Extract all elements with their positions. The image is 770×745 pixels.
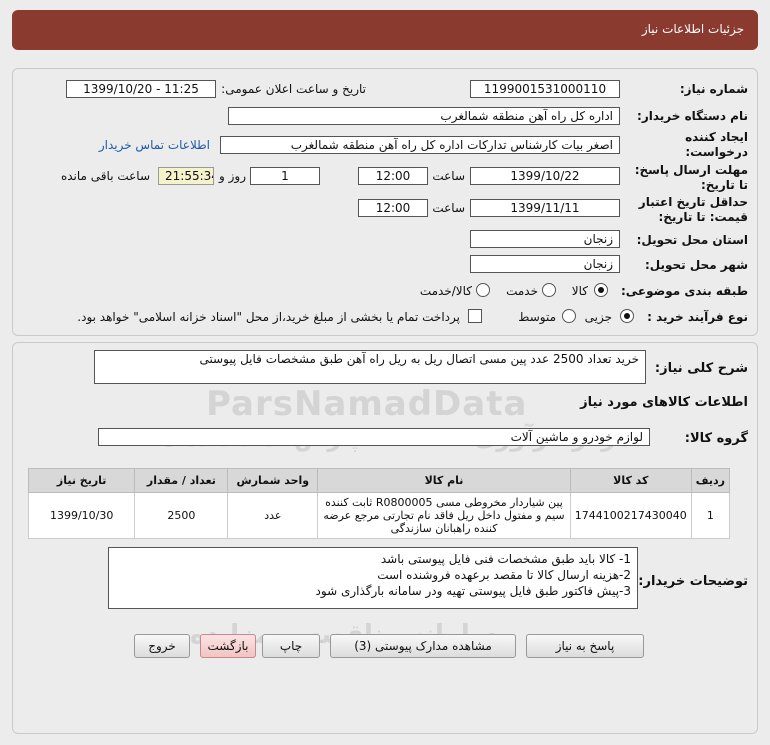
city-field: زنجان bbox=[470, 255, 620, 273]
page-header: جزئیات اطلاعات نیاز bbox=[12, 10, 758, 50]
goods-group-field: لوازم خودرو و ماشین آلات bbox=[98, 428, 650, 446]
category-service-label: خدمت bbox=[506, 284, 538, 298]
deadline-time-field: 12:00 bbox=[358, 167, 428, 185]
back-button[interactable]: بازگشت bbox=[200, 634, 256, 658]
contact-info-link[interactable]: اطلاعات تماس خریدار bbox=[99, 138, 210, 152]
goods-group-label: گروه کالا: bbox=[684, 431, 748, 446]
announce-label: تاریخ و ساعت اعلان عمومی: bbox=[221, 82, 366, 96]
col-unit: واحد شمارش bbox=[227, 468, 319, 493]
process-minor-radio[interactable] bbox=[620, 309, 634, 323]
col-date: تاریخ نیاز bbox=[27, 468, 136, 493]
remaining-time-field: 21:55:34 bbox=[158, 167, 214, 185]
day-label: روز و bbox=[219, 169, 246, 183]
category-service-radio[interactable] bbox=[542, 283, 556, 297]
row-index: 1 bbox=[690, 492, 731, 539]
print-button[interactable]: چاپ bbox=[262, 634, 320, 658]
remaining-label: ساعت باقی مانده bbox=[60, 169, 150, 183]
category-label: طبقه بندی موضوعی: bbox=[620, 284, 748, 298]
city-label: شهر محل تحویل: bbox=[644, 258, 748, 272]
row-qty: 2500 bbox=[134, 492, 229, 539]
row-date: 1399/10/30 bbox=[27, 492, 136, 539]
deadline-time-label: ساعت bbox=[432, 169, 465, 183]
creator-field: اصغر بیات کارشناس تدارکات اداره کل راه آ… bbox=[220, 136, 620, 154]
need-number-label: شماره نیاز: bbox=[679, 82, 748, 96]
deadline-date-field: 1399/10/22 bbox=[470, 167, 620, 185]
process-label: نوع فرآیند خرید : bbox=[647, 310, 748, 324]
validity-date-field: 1399/11/11 bbox=[470, 199, 620, 217]
province-field: زنجان bbox=[470, 230, 620, 248]
col-code: کد کالا bbox=[569, 468, 692, 493]
col-name: نام کالا bbox=[317, 468, 571, 493]
process-minor-label: جزیی bbox=[584, 310, 612, 324]
notes-line-1: 1- کالا باید طبق مشخصات فنی فایل پیوستی … bbox=[380, 552, 631, 566]
category-goods-radio[interactable] bbox=[594, 283, 608, 297]
summary-field: خرید تعداد 2500 عدد پین مسی اتصال ریل به… bbox=[94, 350, 646, 384]
col-qty: تعداد / مقدار bbox=[134, 468, 229, 493]
summary-label: شرح کلی نیاز: bbox=[654, 361, 748, 376]
process-medium-radio[interactable] bbox=[562, 309, 576, 323]
row-name: پین شیاردار مخروطی مسی R0800005 ثابت کنن… bbox=[317, 492, 571, 539]
category-both-label: کالا/خدمت bbox=[419, 284, 472, 298]
creator-label-2: درخواست: bbox=[685, 145, 748, 159]
goods-table: ردیف کد کالا نام کالا واحد شمارش تعداد /… bbox=[27, 468, 731, 539]
buyer-org-field: اداره کل راه آهن منطقه شمالغرب bbox=[228, 107, 620, 125]
deadline-label-1: مهلت ارسال پاسخ: bbox=[634, 163, 748, 177]
treasury-payment-checkbox[interactable] bbox=[468, 309, 482, 323]
col-index: ردیف bbox=[690, 468, 731, 493]
exit-button[interactable]: خروج bbox=[134, 634, 190, 658]
watermark-brand: ParsNamadData bbox=[206, 384, 528, 424]
notes-line-2: 2-هزینه ارسال کالا تا مقصد برعهده فروشند… bbox=[377, 568, 631, 582]
category-goods-label: کالا bbox=[571, 284, 588, 298]
announce-field: 1399/10/20 - 11:25 bbox=[66, 80, 216, 98]
row-unit: عدد bbox=[227, 492, 319, 539]
page-title: جزئیات اطلاعات نیاز bbox=[641, 22, 744, 36]
validity-label-1: حداقل تاریخ اعتبار bbox=[638, 195, 748, 209]
buyer-org-label: نام دستگاه خریدار: bbox=[637, 109, 748, 123]
process-medium-label: متوسط bbox=[518, 310, 556, 324]
creator-label-1: ایجاد کننده bbox=[685, 130, 748, 144]
days-field: 1 bbox=[250, 167, 320, 185]
goods-section-title: اطلاعات کالاهای مورد نیاز bbox=[580, 395, 748, 410]
validity-time-field: 12:00 bbox=[358, 199, 428, 217]
notes-box: 1- کالا باید طبق مشخصات فنی فایل پیوستی … bbox=[108, 547, 638, 609]
category-both-radio[interactable] bbox=[476, 283, 490, 297]
validity-time-label: ساعت bbox=[432, 201, 465, 215]
treasury-payment-note: پرداخت تمام یا بخشی از مبلغ خرید،از محل … bbox=[77, 310, 460, 324]
province-label: استان محل تحویل: bbox=[636, 233, 748, 247]
goods-table-header: ردیف کد کالا نام کالا واحد شمارش تعداد /… bbox=[27, 468, 731, 493]
notes-line-3: 3-پیش فاکتور طبق فایل پیوستی تهیه ودر سا… bbox=[315, 584, 631, 598]
validity-label-2: قیمت: تا تاریخ: bbox=[658, 210, 748, 224]
notes-label: توضیحات خریدار: bbox=[638, 574, 748, 589]
reply-button[interactable]: پاسخ به نیاز bbox=[526, 634, 644, 658]
deadline-label-2: تا تاریخ: bbox=[700, 178, 748, 192]
row-code: 1744100217430040 bbox=[569, 492, 692, 539]
table-row: 1 1744100217430040 پین شیاردار مخروطی مس… bbox=[27, 492, 731, 539]
need-number-field: 1199001531000110 bbox=[470, 80, 620, 98]
attachments-button[interactable]: مشاهده مدارک پیوستی (3) bbox=[330, 634, 516, 658]
